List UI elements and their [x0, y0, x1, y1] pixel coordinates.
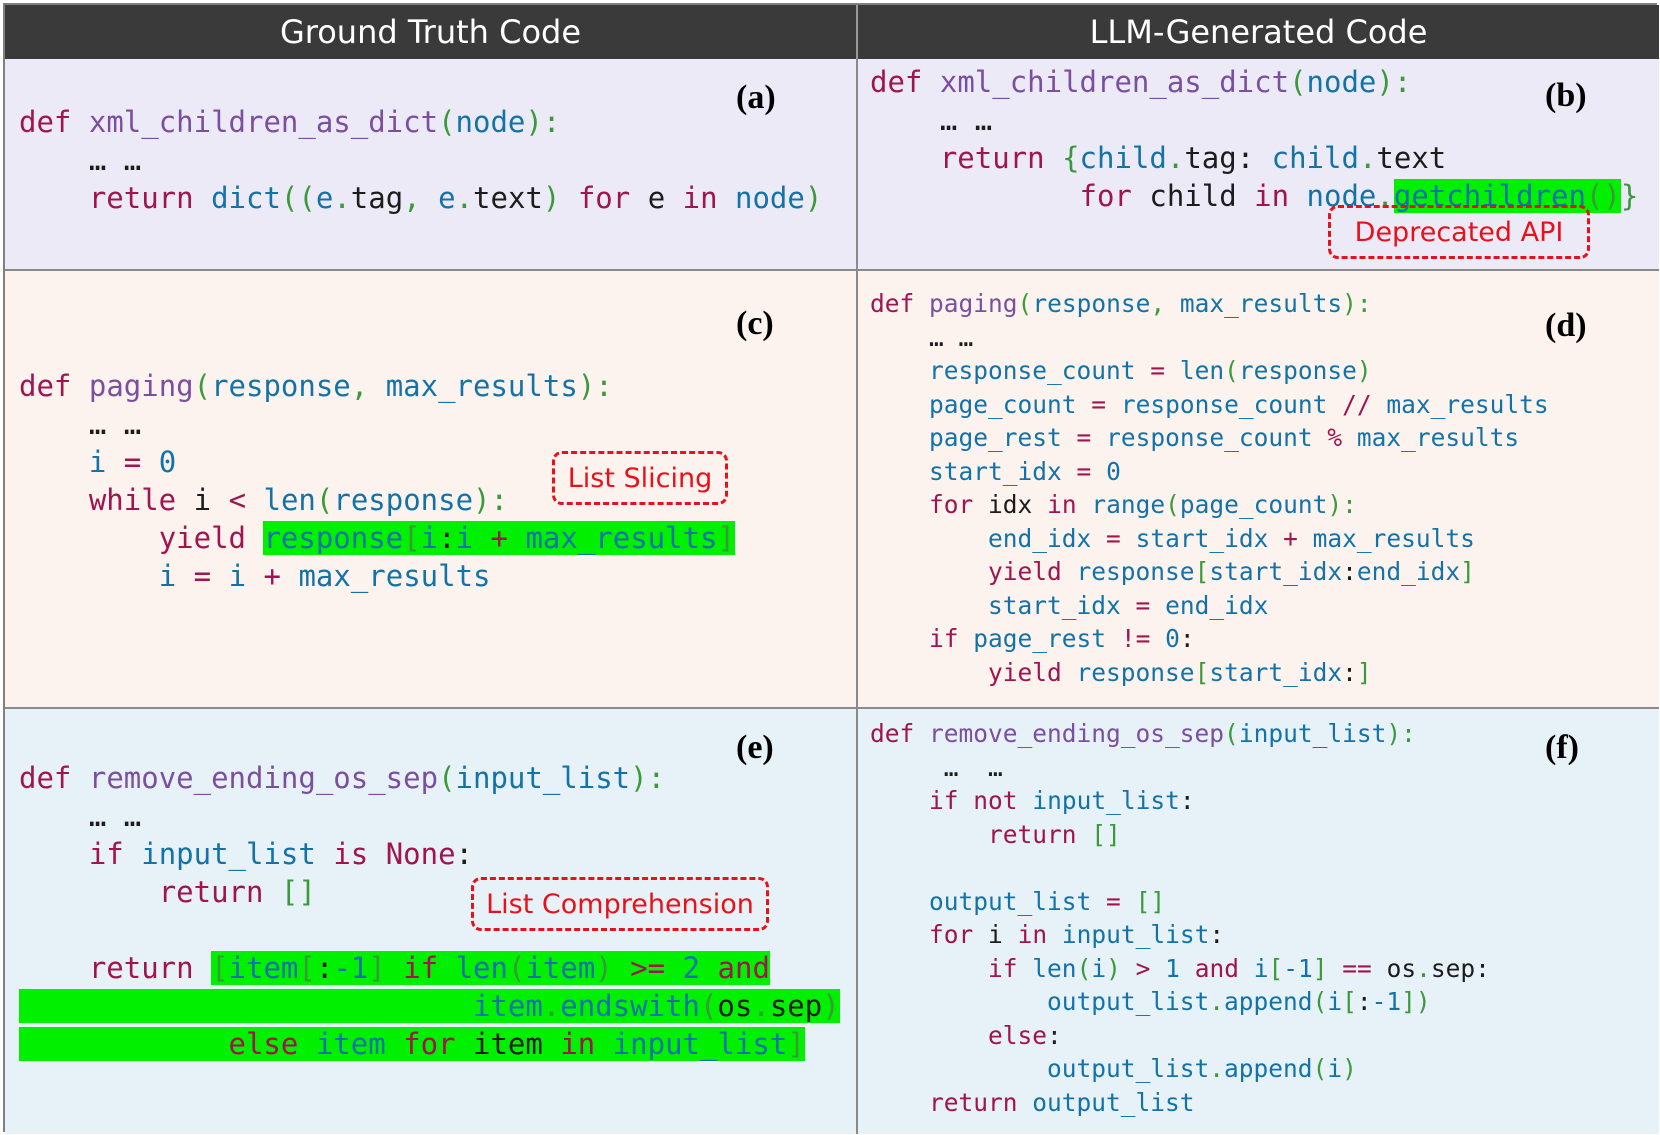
panel-b: (b) def xml_children_as_dict(node): … … …: [858, 59, 1659, 271]
code-block-b: def xml_children_as_dict(node): … … retu…: [870, 65, 1639, 213]
callout-list-slicing: List Slicing: [552, 451, 728, 505]
highlight-list-comprehension-3: else item for item in input_list]: [19, 1027, 805, 1061]
header-ground-truth: Ground Truth Code: [5, 5, 858, 59]
comparison-grid: Ground Truth Code LLM-Generated Code (a)…: [3, 3, 1659, 1134]
highlight-list-comprehension-1: [item[:-1] if len(item) >= 2 and: [211, 951, 770, 985]
panel-label-f: (f): [1545, 729, 1579, 766]
panel-e: (e) def remove_ending_os_sep(input_list)…: [5, 709, 858, 1134]
code-block-f: def remove_ending_os_sep(input_list): … …: [870, 719, 1490, 1117]
callout-deprecated-api: Deprecated API: [1328, 205, 1590, 259]
highlight-list-slicing: response[i:i + max_results]: [263, 521, 735, 555]
code-block-a: def xml_children_as_dict(node): … … retu…: [19, 105, 823, 215]
code-block-d: def paging(response, max_results): … … r…: [870, 289, 1549, 687]
panel-d: (d) def paging(response, max_results): ……: [858, 271, 1659, 709]
panel-a: (a) def xml_children_as_dict(node): … … …: [5, 59, 858, 271]
panel-c: (c) def paging(response, max_results): ……: [5, 271, 858, 709]
panel-f: (f) def remove_ending_os_sep(input_list)…: [858, 709, 1659, 1134]
highlight-list-comprehension-2: item.endswith(os.sep): [19, 989, 840, 1023]
panel-label-d: (d): [1545, 307, 1587, 344]
panel-label-c: (c): [736, 305, 774, 342]
header-llm-generated: LLM-Generated Code: [858, 5, 1659, 59]
callout-list-comprehension: List Comprehension: [471, 877, 769, 931]
